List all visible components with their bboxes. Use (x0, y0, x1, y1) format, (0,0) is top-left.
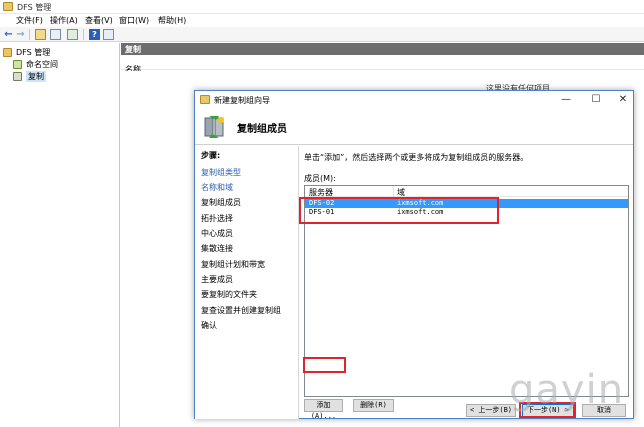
toolbar-separator (83, 29, 84, 40)
wizard-steps-panel: 步骤: 复制组类型 名称和域 复制组成员 拓扑选择 中心成员 集散连接 复制组计… (195, 146, 299, 419)
members-list-header: 服务器 域 (305, 186, 628, 197)
dfs-app-icon (3, 2, 13, 11)
close-icon[interactable]: ✕ (613, 92, 633, 108)
export-icon[interactable] (67, 29, 78, 40)
menu-bar: 文件(F) 操作(A) 查看(V) 窗口(W) 帮助(H) (0, 14, 644, 27)
annotation-highlight-add (303, 357, 346, 373)
step-topology-selection: 拓扑选择 (201, 214, 233, 223)
cancel-button[interactable]: 取消 (582, 404, 626, 417)
step-hub-members: 中心成员 (201, 229, 233, 238)
results-column-header[interactable]: 名称 (121, 56, 644, 74)
steps-title: 步骤: (201, 151, 221, 160)
toolbar: ← → ? (0, 27, 644, 42)
help-icon[interactable]: ? (89, 29, 100, 40)
new-replication-group-wizard: 新建复制组向导 — ☐ ✕ 复制组成员 步骤: 复制组类型 名称和域 复制组成员… (194, 90, 634, 420)
delete-button[interactable]: 删除(R) (353, 399, 394, 412)
replication-members-icon (204, 116, 224, 138)
step-replication-members: 复制组成员 (201, 198, 241, 207)
step-hub-spoke-connections: 集散连接 (201, 244, 233, 253)
title-bar: DFS 管理 (0, 0, 644, 14)
dfs-root-icon (3, 48, 12, 57)
navigation-tree: DFS 管理 命名空间 复制 (0, 43, 120, 427)
menu-view[interactable]: 查看(V) (85, 15, 113, 26)
instruction-text: 单击“添加”，然后选择两个或更多将成为复制组成员的服务器。 (304, 153, 529, 162)
show-hide-tree-icon[interactable] (50, 29, 61, 40)
members-label: 成员(M): (304, 174, 336, 183)
wizard-header: 复制组成员 (195, 109, 633, 145)
menu-window[interactable]: 窗口(W) (119, 15, 149, 26)
maximize-icon[interactable]: ☐ (586, 92, 606, 108)
annotation-highlight-members (299, 197, 499, 224)
menu-file[interactable]: 文件(F) (16, 15, 43, 26)
back-button[interactable]: < 上一步(B) (466, 404, 516, 417)
column-divider[interactable] (393, 186, 394, 197)
properties-icon[interactable] (103, 29, 114, 40)
step-folders-to-replicate: 要复制的文件夹 (201, 290, 257, 299)
up-folder-icon[interactable] (35, 29, 46, 40)
namespace-icon (13, 60, 22, 69)
wizard-content: 单击“添加”，然后选择两个或更多将成为复制组成员的服务器。 成员(M): 服务器… (300, 146, 633, 420)
forward-arrow-icon[interactable]: → (15, 29, 26, 40)
menu-action[interactable]: 操作(A) (50, 15, 78, 26)
replication-icon (13, 72, 22, 81)
menu-help[interactable]: 帮助(H) (158, 15, 186, 26)
wizard-title-icon (200, 95, 210, 104)
window-title: DFS 管理 (17, 3, 52, 12)
tree-item-label: 复制 (26, 71, 46, 82)
step-replication-group-type[interactable]: 复制组类型 (201, 167, 241, 178)
step-name-and-domain[interactable]: 名称和域 (201, 182, 233, 193)
wizard-page-title: 复制组成员 (237, 124, 287, 135)
tree-item-label: DFS 管理 (16, 48, 51, 57)
back-arrow-icon[interactable]: ← (3, 29, 14, 40)
results-pane-title: 复制 (125, 45, 141, 54)
step-schedule-and-bandwidth: 复制组计划和带宽 (201, 260, 265, 269)
minimize-icon[interactable]: — (556, 92, 576, 108)
dialog-title-bar: 新建复制组向导 — ☐ ✕ (195, 91, 633, 109)
add-button[interactable]: 添加(A)... (304, 399, 343, 420)
step-confirmation: 确认 (201, 321, 217, 330)
dialog-title: 新建复制组向导 (214, 96, 270, 105)
step-review-settings: 复查设置并创建复制组 (201, 306, 281, 315)
step-primary-member: 主要成员 (201, 275, 233, 284)
results-pane-header: 复制 (121, 43, 644, 55)
toolbar-separator (29, 29, 30, 40)
tree-item-label: 命名空间 (26, 60, 58, 69)
annotation-highlight-next (519, 402, 576, 418)
